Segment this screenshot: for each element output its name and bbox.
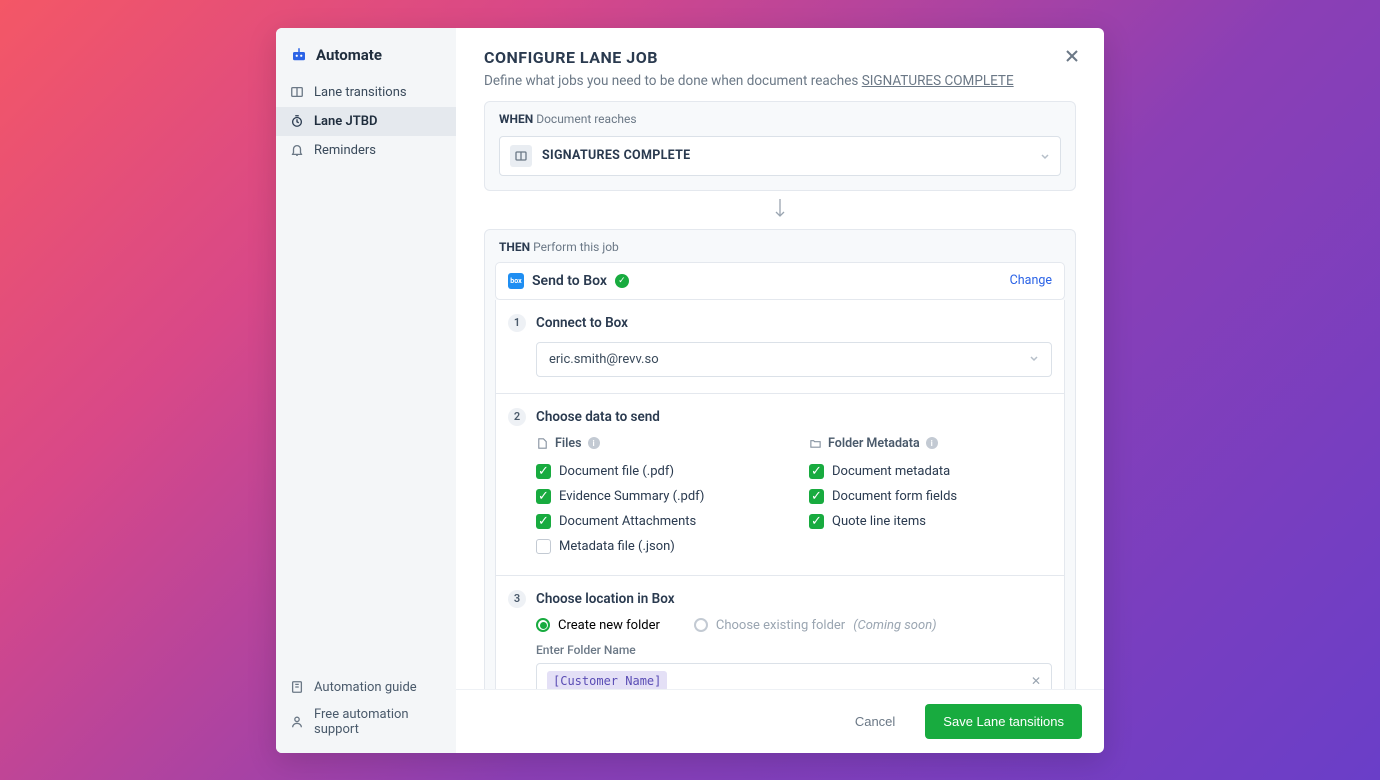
- radio-existing-folder: Choose existing folder (Coming soon): [694, 618, 937, 633]
- nav-label: Automation guide: [314, 680, 417, 695]
- sidebar: Automate Lane transitions Lane JTBD Remi…: [276, 28, 456, 753]
- clock-icon: [290, 114, 304, 128]
- bell-icon: [290, 143, 304, 157]
- checkbox-form-fields[interactable]: ✓Document form fields: [809, 484, 1052, 509]
- chevron-down-icon: [1029, 352, 1039, 367]
- checkbox-icon: ✓: [809, 514, 824, 529]
- account-select[interactable]: eric.smith@revv.so: [536, 342, 1052, 377]
- account-value: eric.smith@revv.so: [549, 352, 659, 367]
- radio-create-folder[interactable]: Create new folder: [536, 618, 660, 633]
- job-row: box Send to Box ✓ Change: [495, 262, 1065, 300]
- sidebar-header: Automate: [276, 40, 456, 78]
- step-number-1: 1: [508, 314, 526, 332]
- radio-icon: [694, 618, 708, 632]
- nav-label: Lane transitions: [314, 85, 407, 100]
- robot-icon: [290, 46, 308, 64]
- folder-icon: [809, 437, 822, 450]
- book-icon: [290, 680, 304, 694]
- checkbox-quote-items[interactable]: ✓Quote line items: [809, 509, 1052, 534]
- job-name: Send to Box: [532, 273, 607, 289]
- nav-lane-transitions[interactable]: Lane transitions: [276, 78, 456, 107]
- checkbox-icon: ✓: [536, 464, 551, 479]
- change-job-link[interactable]: Change: [1010, 273, 1052, 288]
- lane-select[interactable]: SIGNATURES COMPLETE: [499, 136, 1061, 176]
- checkbox-doc-pdf[interactable]: ✓Document file (.pdf): [536, 459, 779, 484]
- then-block: THEN Perform this job box Send to Box ✓ …: [484, 229, 1076, 689]
- step-number-3: 3: [508, 590, 526, 608]
- metadata-column: Folder Metadata i ✓Document metadata ✓Do…: [809, 436, 1052, 559]
- step-title: Choose location in Box: [536, 591, 675, 607]
- nav-lane-jtbd[interactable]: Lane JTBD: [276, 107, 456, 136]
- files-column: Files i ✓Document file (.pdf) ✓Evidence …: [536, 436, 779, 559]
- page-title: Configure Lane Job: [484, 48, 1076, 67]
- arrow-down-icon: [773, 197, 787, 219]
- content-scroll: WHEN Document reaches SIGNATURES COMPLET…: [456, 101, 1104, 689]
- nav-label: Free automation support: [314, 707, 442, 737]
- person-icon: [290, 715, 304, 729]
- lane-link[interactable]: SIGNATURES COMPLETE: [862, 73, 1014, 89]
- checkbox-icon: ✓: [536, 489, 551, 504]
- nav-automation-guide[interactable]: Automation guide: [276, 674, 456, 701]
- folder-name-label: Enter Folder Name: [536, 643, 1052, 657]
- checkbox-doc-metadata[interactable]: ✓Document metadata: [809, 459, 1052, 484]
- step-choose-data: 2 Choose data to send Files i ✓Document …: [495, 394, 1065, 576]
- info-icon[interactable]: i: [588, 437, 600, 449]
- nav-label: Reminders: [314, 143, 376, 158]
- close-button[interactable]: [1060, 44, 1084, 68]
- box-logo-icon: box: [508, 273, 524, 289]
- checkbox-attachments[interactable]: ✓Document Attachments: [536, 509, 779, 534]
- nav-label: Lane JTBD: [314, 114, 377, 129]
- folder-token: [Customer Name]: [547, 671, 667, 689]
- main-header: Configure Lane Job Define what jobs you …: [456, 28, 1104, 101]
- nav-reminders[interactable]: Reminders: [276, 136, 456, 165]
- checkbox-metadata-json[interactable]: Metadata file (.json): [536, 534, 779, 559]
- folder-name-input[interactable]: [Customer Name] ✕: [536, 663, 1052, 689]
- sidebar-title: Automate: [316, 46, 382, 64]
- nav-free-support[interactable]: Free automation support: [276, 701, 456, 743]
- main-panel: Configure Lane Job Define what jobs you …: [456, 28, 1104, 753]
- footer-actions: Cancel Save Lane tansitions: [456, 689, 1104, 753]
- checkbox-icon: ✓: [809, 489, 824, 504]
- clear-input-button[interactable]: ✕: [1031, 674, 1041, 688]
- step-number-2: 2: [508, 408, 526, 426]
- checkbox-icon: ✓: [536, 514, 551, 529]
- cancel-button[interactable]: Cancel: [839, 706, 911, 737]
- app-window: Automate Lane transitions Lane JTBD Remi…: [276, 28, 1104, 753]
- lane-selected-name: SIGNATURES COMPLETE: [542, 148, 690, 163]
- sidebar-footer: Automation guide Free automation support: [276, 674, 456, 753]
- checkbox-evidence[interactable]: ✓Evidence Summary (.pdf): [536, 484, 779, 509]
- chevron-down-icon: [1040, 146, 1050, 165]
- lane-chip-icon: [510, 145, 532, 167]
- when-block: WHEN Document reaches SIGNATURES COMPLET…: [484, 101, 1076, 191]
- checkbox-icon: ✓: [809, 464, 824, 479]
- step-title: Connect to Box: [536, 315, 628, 331]
- step-location: 3 Choose location in Box Create new fold…: [495, 576, 1065, 689]
- radio-icon: [536, 618, 550, 632]
- close-icon: [1065, 49, 1079, 63]
- file-icon: [536, 437, 549, 450]
- page-subtitle: Define what jobs you need to be done whe…: [484, 73, 1076, 89]
- columns-icon: [290, 85, 304, 99]
- step-connect: 1 Connect to Box eric.smith@revv.so: [495, 300, 1065, 394]
- then-label: THEN Perform this job: [485, 230, 1075, 254]
- flow-arrow: [484, 195, 1076, 229]
- when-label: WHEN Document reaches: [485, 102, 1075, 126]
- info-icon[interactable]: i: [926, 437, 938, 449]
- save-button[interactable]: Save Lane tansitions: [925, 704, 1082, 739]
- step-title: Choose data to send: [536, 409, 660, 425]
- checkbox-icon: [536, 539, 551, 554]
- status-ok-icon: ✓: [615, 274, 629, 288]
